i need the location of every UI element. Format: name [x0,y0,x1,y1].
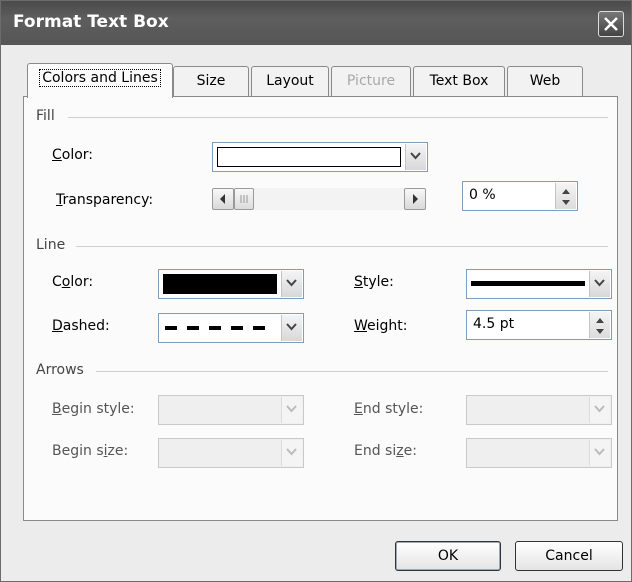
begin-style-dropdown [158,395,304,425]
tab-label: Picture [346,73,396,89]
tab-label: Colors and Lines [39,69,161,87]
tab-label: Text Box [429,73,489,89]
tab-panel-colors-and-lines: Fill Color: Transparency: 0 % Line Color… [23,96,618,521]
dash-pattern-preview [165,326,275,330]
line-style-preview [471,281,585,286]
transparency-decrease-button[interactable] [212,188,234,210]
begin-size-dropdown-button [281,440,302,466]
end-style-dropdown [466,395,612,425]
arrows-divider [96,371,608,372]
transparency-slider-thumb[interactable] [234,188,254,210]
tab-colors-and-lines[interactable]: Colors and Lines [27,63,173,98]
end-size-dropdown-button [589,440,610,466]
tab-web[interactable]: Web [507,66,583,96]
transparency-increase-button[interactable] [404,188,426,210]
arrow-right-icon [413,194,418,204]
fill-color-dropdown-button[interactable] [405,144,426,170]
tab-size[interactable]: Size [173,66,249,96]
close-button[interactable] [598,11,624,37]
transparency-value: 0 % [469,187,496,203]
line-style-dropdown[interactable] [466,269,612,299]
spin-arrows-icon [562,189,570,205]
end-style-label: End style: [354,401,424,417]
ok-button[interactable]: OK [395,541,501,571]
arrow-left-icon [220,194,225,204]
chevron-down-icon [286,279,297,287]
line-color-swatch [163,274,277,294]
fill-divider [68,117,608,118]
dialog-title: Format Text Box [13,12,169,32]
cancel-button[interactable]: Cancel [515,541,623,571]
chevron-down-icon [594,448,605,456]
title-bar: Format Text Box [1,1,631,45]
line-group-heading: Line [36,237,66,253]
transparency-spinner[interactable]: 0 % [462,181,578,211]
tab-label: Web [529,73,561,89]
chevron-down-icon [286,405,297,413]
weight-label: Weight: [354,318,408,334]
dashed-dropdown[interactable] [158,313,304,343]
end-size-label: End size: [354,443,417,459]
chevron-down-icon [286,448,297,456]
begin-size-label: Begin size: [52,443,129,459]
transparency-slider[interactable] [212,188,426,210]
fill-color-dropdown[interactable] [212,142,428,172]
weight-spinner[interactable]: 4.5 pt [466,310,612,340]
line-style-label: Style: [354,274,394,290]
fill-group-heading: Fill [36,108,55,124]
line-color-dropdown-button[interactable] [281,271,302,297]
format-text-box-dialog: Format Text Box Colors and Lines Size La… [0,0,632,582]
end-style-dropdown-button [589,397,610,423]
dashed-dropdown-button[interactable] [281,315,302,341]
begin-size-dropdown [158,438,304,468]
begin-style-label: Begin style: [52,401,135,417]
fill-color-label: Color: [52,147,94,163]
tab-picture: Picture [331,66,411,96]
grip-icon [240,195,248,203]
transparency-spin-buttons[interactable] [555,183,576,209]
line-divider [76,246,608,247]
chevron-down-icon [286,323,297,331]
spin-arrows-icon [596,318,604,334]
arrows-group-heading: Arrows [36,362,84,378]
dashed-label: Dashed: [52,318,110,334]
weight-value: 4.5 pt [473,316,515,332]
weight-spin-buttons[interactable] [589,312,610,338]
line-style-dropdown-button[interactable] [589,271,610,297]
tab-text-box[interactable]: Text Box [413,66,505,96]
chevron-down-icon [594,279,605,287]
chevron-down-icon [410,152,421,160]
begin-style-dropdown-button [281,397,302,423]
line-color-label: Color: [52,274,94,290]
end-size-dropdown [466,438,612,468]
line-color-dropdown[interactable] [158,269,304,299]
tab-layout[interactable]: Layout [251,66,329,96]
chevron-down-icon [594,405,605,413]
tab-label: Size [196,73,226,89]
fill-color-swatch [217,147,401,167]
tab-label: Layout [266,73,314,89]
tab-strip: Colors and Lines Size Layout Picture Tex… [1,63,631,98]
transparency-label: Transparency: [56,192,154,208]
close-icon [604,17,618,31]
